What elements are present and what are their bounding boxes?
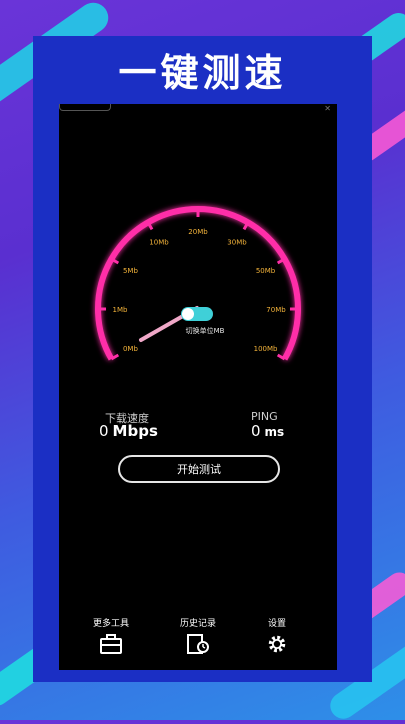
gauge-tick-label: 10Mb <box>149 238 169 246</box>
history-label: 历史记录 <box>179 619 216 629</box>
ping-unit: ms <box>264 425 285 439</box>
speed-gauge: 0Mb 1Mb 5Mb 10Mb 20Mb 30Mb 50Mb 70Mb 100Mb <box>95 206 301 361</box>
unit-toggle-label: 切换单位MB <box>185 327 225 335</box>
download-speed-value: 0 Mbps <box>99 422 158 440</box>
ping-value-display: 0 ms <box>251 422 284 440</box>
toggle-knob <box>182 308 194 320</box>
more-tools-label: 更多工具 <box>92 619 129 629</box>
ping-value: 0 <box>251 422 261 440</box>
gauge-tick-label: 20Mb <box>188 228 208 236</box>
gauge-tick-label: 50Mb <box>256 267 276 275</box>
gauge-tick-label: 1Mb <box>113 306 128 314</box>
download-value: 0 <box>99 422 109 440</box>
unit-toggle[interactable] <box>181 307 213 321</box>
signal-icon: ✕ <box>324 104 331 113</box>
download-unit: Mbps <box>112 422 158 440</box>
gauge-tick-label: 0Mb <box>123 345 138 353</box>
history-icon <box>187 634 209 654</box>
phone-screen: ✕ 0Mb 1Mb 5Mb 10Mb 20Mb 30Mb 50Mb 70Mb 100Mb 切换单… <box>59 104 337 670</box>
history-button[interactable]: 历史记录 <box>168 616 228 655</box>
promo-title: 一键测速 <box>118 51 287 95</box>
gauge-tick-label: 100Mb <box>254 345 278 353</box>
gauge-tick-label: 5Mb <box>123 267 138 275</box>
toolbox-icon <box>100 634 122 654</box>
settings-button[interactable]: 设置 <box>247 616 307 655</box>
more-tools-button[interactable]: 更多工具 <box>81 616 141 655</box>
gauge-tick-label: 30Mb <box>227 238 247 246</box>
status-bar-left <box>59 104 111 111</box>
gauge-tick-label: 70Mb <box>266 306 286 314</box>
settings-label: 设置 <box>267 619 286 629</box>
gear-icon <box>268 635 286 653</box>
start-test-button[interactable]: 开始测试 <box>118 455 280 483</box>
